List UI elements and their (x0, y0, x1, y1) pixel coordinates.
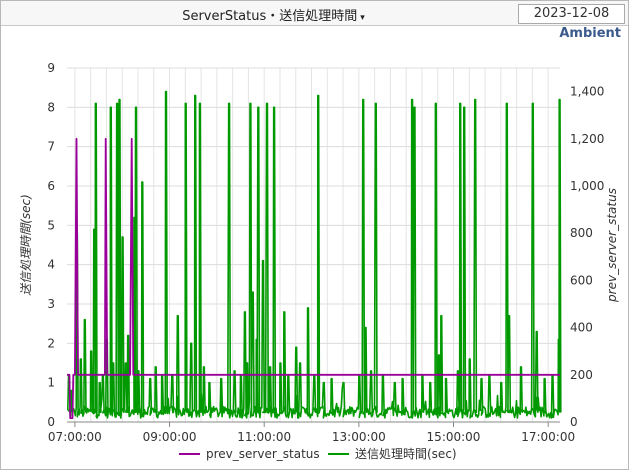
y-right-tick-label: 1,200 (570, 132, 604, 146)
x-tick-label: 17:00:00 (521, 430, 575, 444)
y-right-tick-label: 200 (570, 368, 593, 382)
y-right-axis-title: prev_server_status (605, 188, 619, 303)
y-left-axis-title: 送信処理時間(sec) (19, 194, 33, 296)
y-left-tick-label: 0 (47, 415, 55, 429)
legend-label-prev-server-status: prev_server_status (206, 447, 320, 461)
y-left-tick-label: 1 (47, 376, 55, 390)
legend-label-send-time: 送信処理時間(sec) (355, 446, 457, 461)
x-tick-label: 13:00:00 (332, 430, 386, 444)
x-tick-label: 09:00:00 (143, 430, 197, 444)
x-tick-label: 11:00:00 (237, 430, 291, 444)
y-left-tick-label: 4 (47, 258, 55, 272)
y-left-tick-label: 7 (47, 140, 55, 154)
series-line-send-time (67, 90, 562, 419)
y-left-tick-label: 6 (47, 179, 55, 193)
x-tick-label: 15:00:00 (427, 430, 481, 444)
y-right-tick-label: 800 (570, 226, 593, 240)
chart-plot: 0 1 2 3 4 5 6 7 8 9 0 200 400 600 800 1,000 1,200 1,400 07… (19, 61, 619, 461)
y-left-tick-label: 8 (47, 100, 55, 114)
y-left-tick-label: 9 (47, 61, 55, 75)
y-right-tick-label: 600 (570, 273, 593, 287)
y-left-tick-label: 5 (47, 218, 55, 232)
y-right-tick-label: 400 (570, 321, 593, 335)
y-right-tick-label: 0 (570, 415, 578, 429)
y-left-tick-label: 2 (47, 336, 55, 350)
y-right-tick-label: 1,400 (570, 85, 604, 99)
x-tick-label: 07:00:00 (48, 430, 102, 444)
y-left-tick-label: 3 (47, 297, 55, 311)
y-right-tick-label: 1,000 (570, 179, 604, 193)
